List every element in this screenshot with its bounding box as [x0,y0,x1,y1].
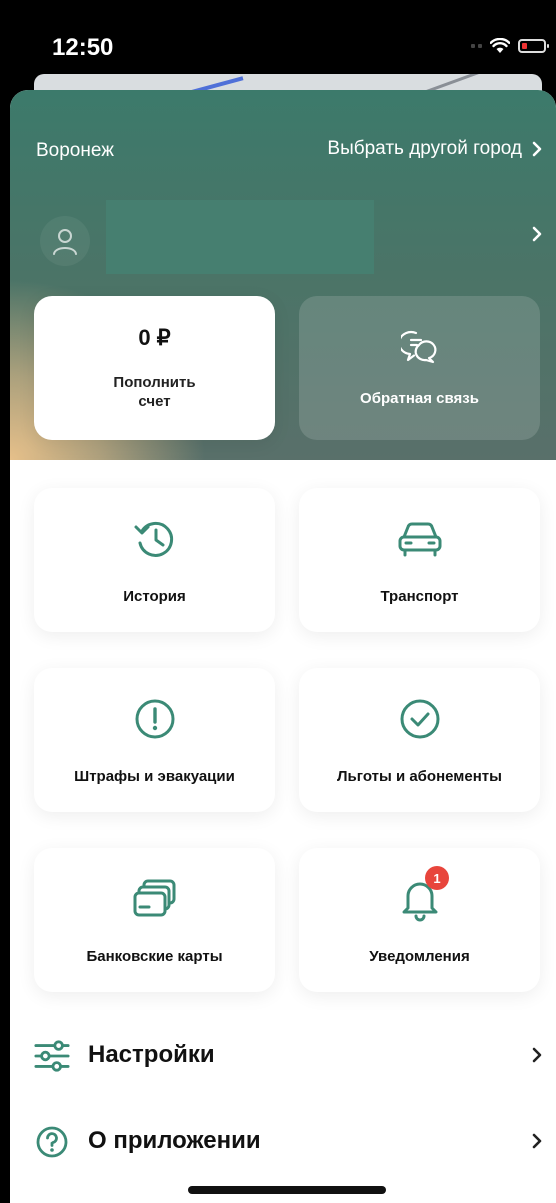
chevron-right-icon [532,1133,542,1149]
balance-amount: 0 ₽ [138,325,171,350]
fines-tile[interactable]: Штрафы и эвакуации [34,668,275,812]
choose-city-link[interactable]: Выбрать другой город [327,138,542,160]
about-app-label: О приложении [88,1127,261,1154]
tile-label: Транспорт [380,587,459,605]
tile-label: Штрафы и эвакуации [74,767,235,785]
user-name-redacted [106,200,374,274]
current-city: Воронеж [36,140,114,161]
history-clock-icon [134,521,173,557]
feedback-card[interactable]: Обратная связь [299,296,540,440]
home-indicator[interactable] [188,1186,386,1194]
choose-city-label: Выбрать другой город [327,138,522,159]
tile-label: История [123,587,186,605]
question-circle-icon [36,1126,68,1158]
menu-panel: Воронеж Выбрать другой город 0 ₽ Пополни… [10,90,556,1203]
chevron-right-icon [532,226,542,242]
battery-icon [518,39,549,53]
top-up-label: Пополнить счет [113,374,196,410]
tile-label: Банковские карты [86,947,223,965]
notifications-tile[interactable]: 1 Уведомления [299,848,540,992]
feedback-label: Обратная связь [360,389,479,407]
bank-cards-tile[interactable]: Банковские карты [34,848,275,992]
benefits-tile[interactable]: Льготы и абонементы [299,668,540,812]
screen: 12:50 Воронеж Выбрать другой город 0 ₽ П… [10,10,556,1203]
settings-label: Настройки [88,1041,215,1068]
hero-header: Воронеж Выбрать другой город 0 ₽ Пополни… [10,90,556,460]
status-icons [471,38,549,54]
car-icon [398,522,441,556]
chevron-right-icon [532,141,542,157]
chevron-right-icon [532,1047,542,1063]
check-circle-icon [400,699,439,738]
notification-count-badge: 1 [425,866,449,890]
avatar [40,216,90,266]
about-app-row[interactable]: О приложении [10,1106,556,1176]
history-tile[interactable]: История [34,488,275,632]
chat-bubbles-icon [400,330,436,363]
tile-label: Льготы и абонементы [337,767,502,785]
signal-icon [471,44,482,48]
settings-row[interactable]: Настройки [10,1020,556,1090]
user-icon [53,229,77,255]
tile-label: Уведомления [369,947,470,965]
exclamation-circle-icon [135,699,174,738]
device-frame: 12:50 Воронеж Выбрать другой город 0 ₽ П… [0,0,556,1203]
status-time: 12:50 [52,34,114,61]
bank-cards-icon [133,879,175,916]
wifi-icon [490,38,510,53]
profile-row[interactable] [10,200,556,284]
sliders-icon [34,1040,70,1072]
transport-tile[interactable]: Транспорт [299,488,540,632]
balance-card[interactable]: 0 ₽ Пополнить счет [34,296,275,440]
